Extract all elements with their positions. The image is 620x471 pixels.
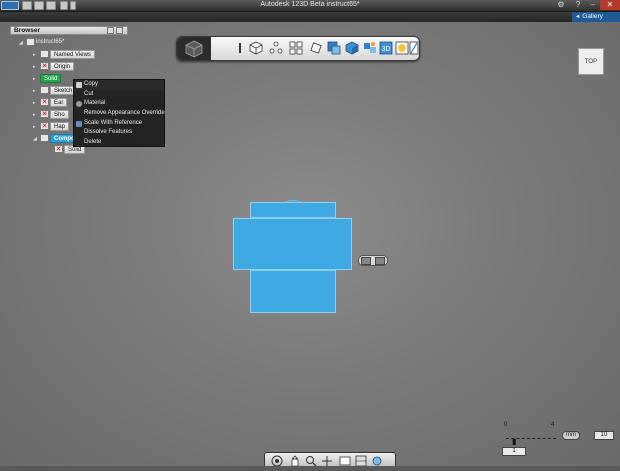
- expand-arrow-icon[interactable]: ▸: [33, 100, 36, 106]
- tree-node-named-views[interactable]: Named Views: [40, 50, 95, 59]
- step-value-field[interactable]: 1: [502, 447, 526, 456]
- title-bar: Autodesk 123D Beta instruct65* ⚙ ? – ✕: [0, 0, 620, 12]
- scale-tick-right: 4: [551, 422, 555, 428]
- expand-arrow-icon[interactable]: ◢: [19, 40, 23, 46]
- hidden-visibility-icon[interactable]: [40, 110, 49, 118]
- menu-item-copy[interactable]: Copy: [74, 80, 164, 90]
- 3d-text-icon[interactable]: 3D: [379, 41, 393, 55]
- menu-item-label: Material: [84, 100, 106, 107]
- hidden-visibility-icon[interactable]: [54, 145, 63, 153]
- scale-icon: [76, 120, 82, 127]
- tree-node-origin[interactable]: Origin: [40, 62, 75, 71]
- menu-item-label: Copy: [84, 81, 99, 87]
- chevron-left-icon: ◂: [576, 13, 580, 20]
- gallery-label: Gallery: [582, 13, 603, 20]
- menu-item-dissolve-features[interactable]: Dissolve Features: [74, 128, 164, 138]
- menu-item-label: Dissolve Features: [84, 129, 133, 136]
- browser-close-icon[interactable]: [116, 27, 123, 34]
- tree-node-sketch[interactable]: Sketch: [40, 86, 77, 95]
- expand-arrow-icon[interactable]: ▸: [33, 76, 36, 82]
- close-button[interactable]: ✕: [600, 0, 620, 10]
- hidden-visibility-icon[interactable]: [40, 122, 49, 130]
- box-icon[interactable]: [249, 41, 263, 55]
- tree-node-label: Named Views: [50, 50, 95, 59]
- mini-toolbar: [358, 255, 388, 266]
- menu-item-label: Scale With Reference: [84, 119, 143, 126]
- model-top-segment[interactable]: [250, 202, 336, 218]
- tree-node-solid-selected[interactable]: Solid: [40, 74, 62, 83]
- settings-icon[interactable]: ⚙: [556, 0, 566, 10]
- menu-item-label: Delete: [84, 139, 102, 146]
- model-middle-segment[interactable]: [233, 218, 352, 270]
- tree-node-label: Ear: [50, 98, 68, 107]
- scale-value-field[interactable]: 10: [594, 431, 614, 440]
- minimize-button[interactable]: –: [588, 0, 598, 10]
- step-value: 1: [512, 448, 516, 454]
- combine-icon[interactable]: [327, 41, 341, 55]
- menu-item-label: Cut: [84, 90, 94, 97]
- tree-node-sho[interactable]: Sho: [40, 110, 69, 119]
- material-icon: [76, 101, 82, 108]
- tree-root[interactable]: instruct65*: [26, 38, 64, 47]
- browser-pin-icon[interactable]: [107, 27, 114, 34]
- unit-button[interactable]: mm: [562, 431, 580, 440]
- hidden-visibility-icon[interactable]: [40, 62, 49, 70]
- menu-item-cut[interactable]: Cut: [74, 90, 164, 100]
- delete-icon: [76, 140, 82, 146]
- component-icon: [40, 134, 49, 142]
- tree-node-label: Solid: [40, 74, 62, 83]
- hidden-visibility-icon[interactable]: [40, 98, 49, 106]
- primitives-icon[interactable]: [269, 41, 283, 55]
- tree-node-label: Sho: [50, 110, 69, 119]
- svg-text:3D: 3D: [382, 46, 391, 53]
- status-strip: [0, 466, 620, 471]
- help-icon[interactable]: ?: [573, 0, 583, 10]
- menu-item-remove-appearance-override[interactable]: Remove Appearance Override: [74, 109, 165, 119]
- materials-icon[interactable]: [395, 41, 409, 55]
- expand-arrow-icon[interactable]: ◢: [33, 136, 37, 142]
- expand-arrow-icon[interactable]: ▸: [33, 88, 36, 94]
- pattern-icon[interactable]: [289, 41, 303, 55]
- browser-title: Browser: [14, 27, 41, 34]
- secondary-strip: [0, 12, 620, 22]
- tree-root-label: instruct65*: [36, 39, 65, 45]
- sketch-icon: [40, 86, 49, 94]
- tree-node-label: Hap: [50, 122, 70, 131]
- menu-item-material[interactable]: Material: [74, 99, 164, 109]
- window-title: Autodesk 123D Beta instruct65*: [260, 1, 360, 8]
- slider-handle-icon[interactable]: ▮: [512, 437, 516, 446]
- menu-item-label: Remove Appearance Override: [84, 110, 165, 117]
- blue-cube-icon[interactable]: [345, 41, 359, 55]
- model-bottom-segment[interactable]: [250, 270, 336, 313]
- viewcube-label: TOP: [584, 59, 598, 65]
- expand-arrow-icon[interactable]: ▸: [33, 64, 36, 70]
- menu-item-scale-with-reference[interactable]: Scale With Reference: [74, 119, 164, 129]
- info-icon[interactable]: [233, 41, 247, 55]
- browser-header: Browser: [10, 26, 128, 35]
- expand-arrow-icon[interactable]: ▸: [33, 112, 36, 118]
- viewcube-top[interactable]: TOP: [578, 48, 604, 75]
- edit-icon[interactable]: [361, 257, 371, 265]
- scale-value: 10: [600, 432, 608, 438]
- measure-icon[interactable]: [409, 41, 419, 55]
- modify-icon[interactable]: [309, 41, 323, 55]
- unit-label: mm: [566, 432, 576, 438]
- scale-tick-left: 0: [504, 422, 508, 428]
- tree-node-ear[interactable]: Ear: [40, 98, 68, 107]
- view-cube-icon[interactable]: [177, 37, 211, 60]
- menu-item-delete[interactable]: Delete: [74, 138, 164, 148]
- expand-arrow-icon[interactable]: ▸: [33, 52, 36, 58]
- expand-arrow-icon[interactable]: ▸: [33, 124, 36, 130]
- tree-node-label: Origin: [50, 62, 75, 71]
- main-toolbar: 3D: [176, 36, 420, 61]
- folder-icon: [40, 50, 49, 58]
- tree-node-hap[interactable]: Hap: [40, 122, 70, 131]
- copy-icon: [76, 82, 82, 88]
- context-menu: Copy Cut Material Remove Appearance Over…: [73, 79, 165, 147]
- component-icon: [26, 38, 35, 46]
- group-icon[interactable]: [363, 41, 377, 55]
- gallery-button[interactable]: ◂ Gallery: [572, 12, 620, 22]
- cut-icon: [76, 92, 82, 98]
- settings-icon[interactable]: [375, 257, 385, 265]
